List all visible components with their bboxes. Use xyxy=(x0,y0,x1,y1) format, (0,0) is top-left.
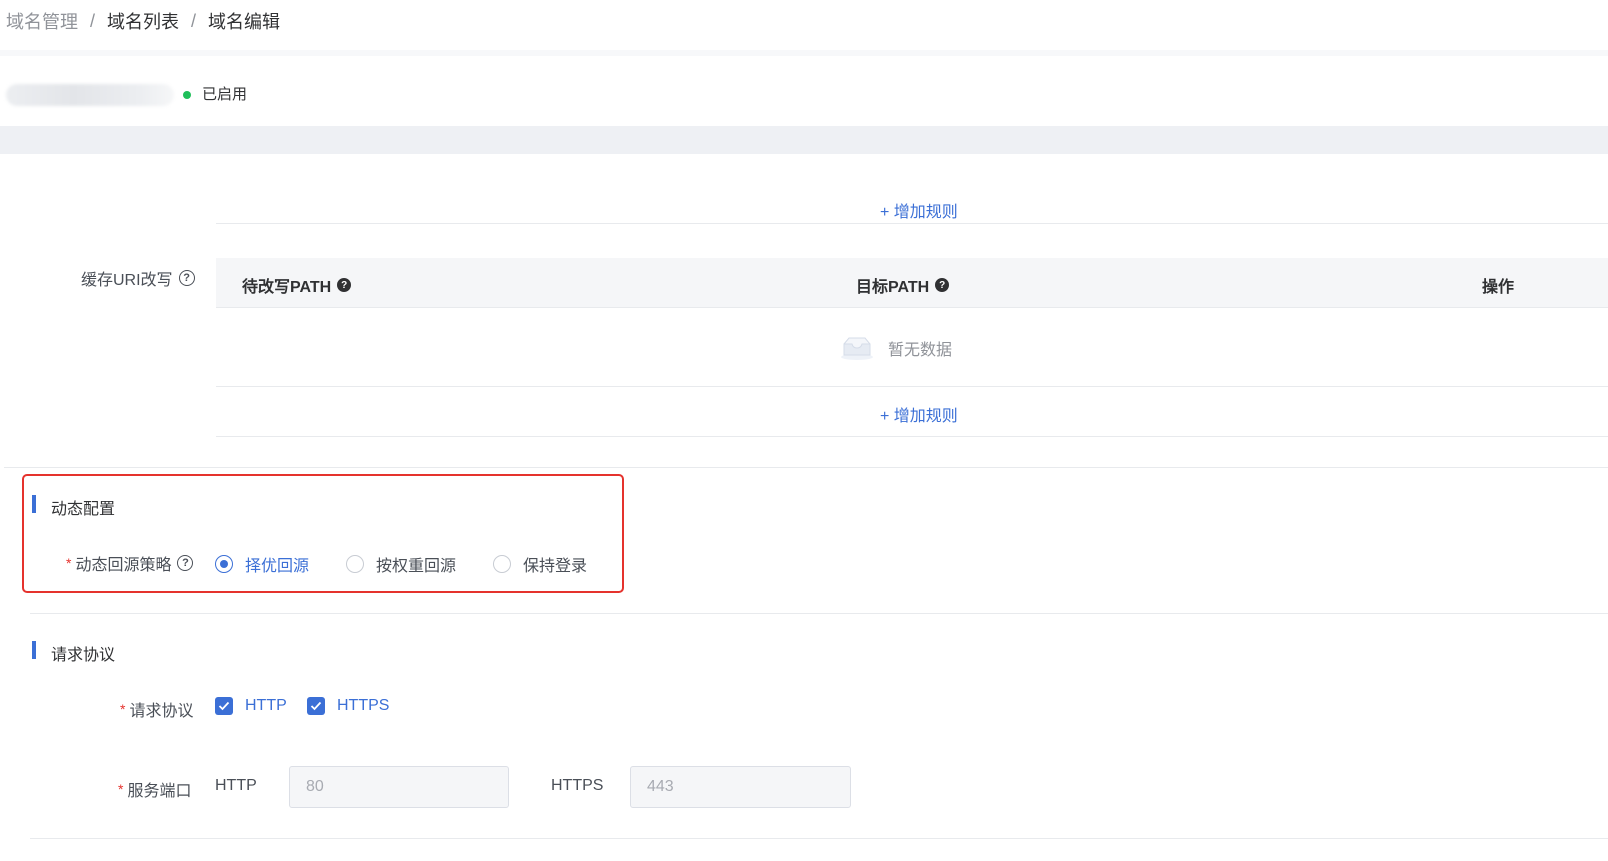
column-header-target-path: 目标PATH ? xyxy=(856,273,950,297)
radio-button[interactable] xyxy=(493,555,511,573)
question-icon[interactable]: ? xyxy=(935,278,950,292)
service-port-label: * 服务端口 xyxy=(118,777,191,801)
config-card: + 增加规则 缓存URI改写 ? 待改写PATH ? 目标PATH ? 操作 暂… xyxy=(4,154,1608,861)
checkbox-label: HTTP xyxy=(245,697,287,714)
radio-button[interactable] xyxy=(346,555,364,573)
https-port-input[interactable] xyxy=(630,766,851,808)
check-icon[interactable] xyxy=(215,697,233,715)
breadcrumb-domain-management[interactable]: 域名管理 xyxy=(6,8,78,34)
https-port-label: HTTPS xyxy=(551,777,604,794)
radio-optimal-origin[interactable]: 择优回源 xyxy=(215,552,309,576)
rewrite-table-empty-row: 暂无数据 xyxy=(216,308,1608,387)
radio-weighted-origin[interactable]: 按权重回源 xyxy=(346,552,456,576)
http-port-label: HTTP xyxy=(215,777,257,794)
divider xyxy=(30,613,1608,614)
http-port-input[interactable] xyxy=(289,766,509,808)
section-accent-bar xyxy=(32,641,36,659)
empty-text: 暂无数据 xyxy=(888,342,953,359)
breadcrumb-separator: / xyxy=(191,10,197,31)
empty-state: 暂无数据 xyxy=(840,336,952,360)
cache-uri-rewrite-label-text: 缓存URI改写 xyxy=(81,272,173,289)
column-header-source-path: 待改写PATH ? xyxy=(242,273,352,297)
radio-keep-login[interactable]: 保持登录 xyxy=(493,552,587,576)
column-header-target-path-text: 目标PATH xyxy=(856,279,930,296)
checkbox-label: HTTPS xyxy=(337,697,390,714)
dynamic-strategy-label-text: 动态回源策略 xyxy=(75,557,172,574)
checkbox-https[interactable]: HTTPS xyxy=(307,697,389,715)
required-mark: * xyxy=(118,781,124,797)
section-title-dynamic-config: 动态配置 xyxy=(51,501,116,518)
divider xyxy=(216,223,1608,224)
service-port-label-text: 服务端口 xyxy=(127,783,192,800)
domain-status-text: 已启用 xyxy=(202,86,248,103)
breadcrumb-separator: / xyxy=(90,10,96,31)
rewrite-table-header: 待改写PATH ? 目标PATH ? 操作 xyxy=(216,258,1608,308)
column-header-source-path-text: 待改写PATH xyxy=(242,279,332,296)
required-mark: * xyxy=(120,701,126,717)
column-header-actions: 操作 xyxy=(1482,279,1515,296)
required-mark: * xyxy=(66,555,72,571)
radio-label: 保持登录 xyxy=(523,558,588,575)
domain-status-bar: 已启用 xyxy=(0,56,1608,126)
question-icon[interactable]: ? xyxy=(337,278,352,292)
breadcrumb-domain-list[interactable]: 域名列表 xyxy=(107,8,179,34)
section-title-request-protocol: 请求协议 xyxy=(51,647,116,664)
page-background-band xyxy=(0,126,1608,154)
breadcrumb-domain-edit: 域名编辑 xyxy=(208,12,281,32)
breadcrumb: 域名管理 / 域名列表 / 域名编辑 xyxy=(6,8,280,34)
dynamic-strategy-label: * 动态回源策略 ? xyxy=(66,551,194,575)
radio-button[interactable] xyxy=(215,555,233,573)
section-accent-bar xyxy=(32,495,36,513)
add-rule-button-bottom[interactable]: + 增加规则 xyxy=(880,402,958,426)
cache-uri-rewrite-label: 缓存URI改写 ? xyxy=(81,266,195,290)
redacted-domain-name xyxy=(6,84,174,106)
request-protocol-label: * 请求协议 xyxy=(120,697,193,721)
add-rule-button-top[interactable]: + 增加规则 xyxy=(880,198,958,222)
divider xyxy=(4,467,1608,468)
request-protocol-label-text: 请求协议 xyxy=(129,703,194,720)
radio-label: 择优回源 xyxy=(245,558,310,575)
checkbox-http[interactable]: HTTP xyxy=(215,697,287,715)
radio-label: 按权重回源 xyxy=(376,558,457,575)
question-icon[interactable]: ? xyxy=(177,555,194,571)
status-dot-icon xyxy=(183,91,191,99)
question-icon[interactable]: ? xyxy=(178,270,195,286)
check-icon[interactable] xyxy=(307,697,325,715)
divider xyxy=(216,436,1608,437)
empty-box-icon xyxy=(841,337,873,360)
divider xyxy=(30,838,1608,839)
